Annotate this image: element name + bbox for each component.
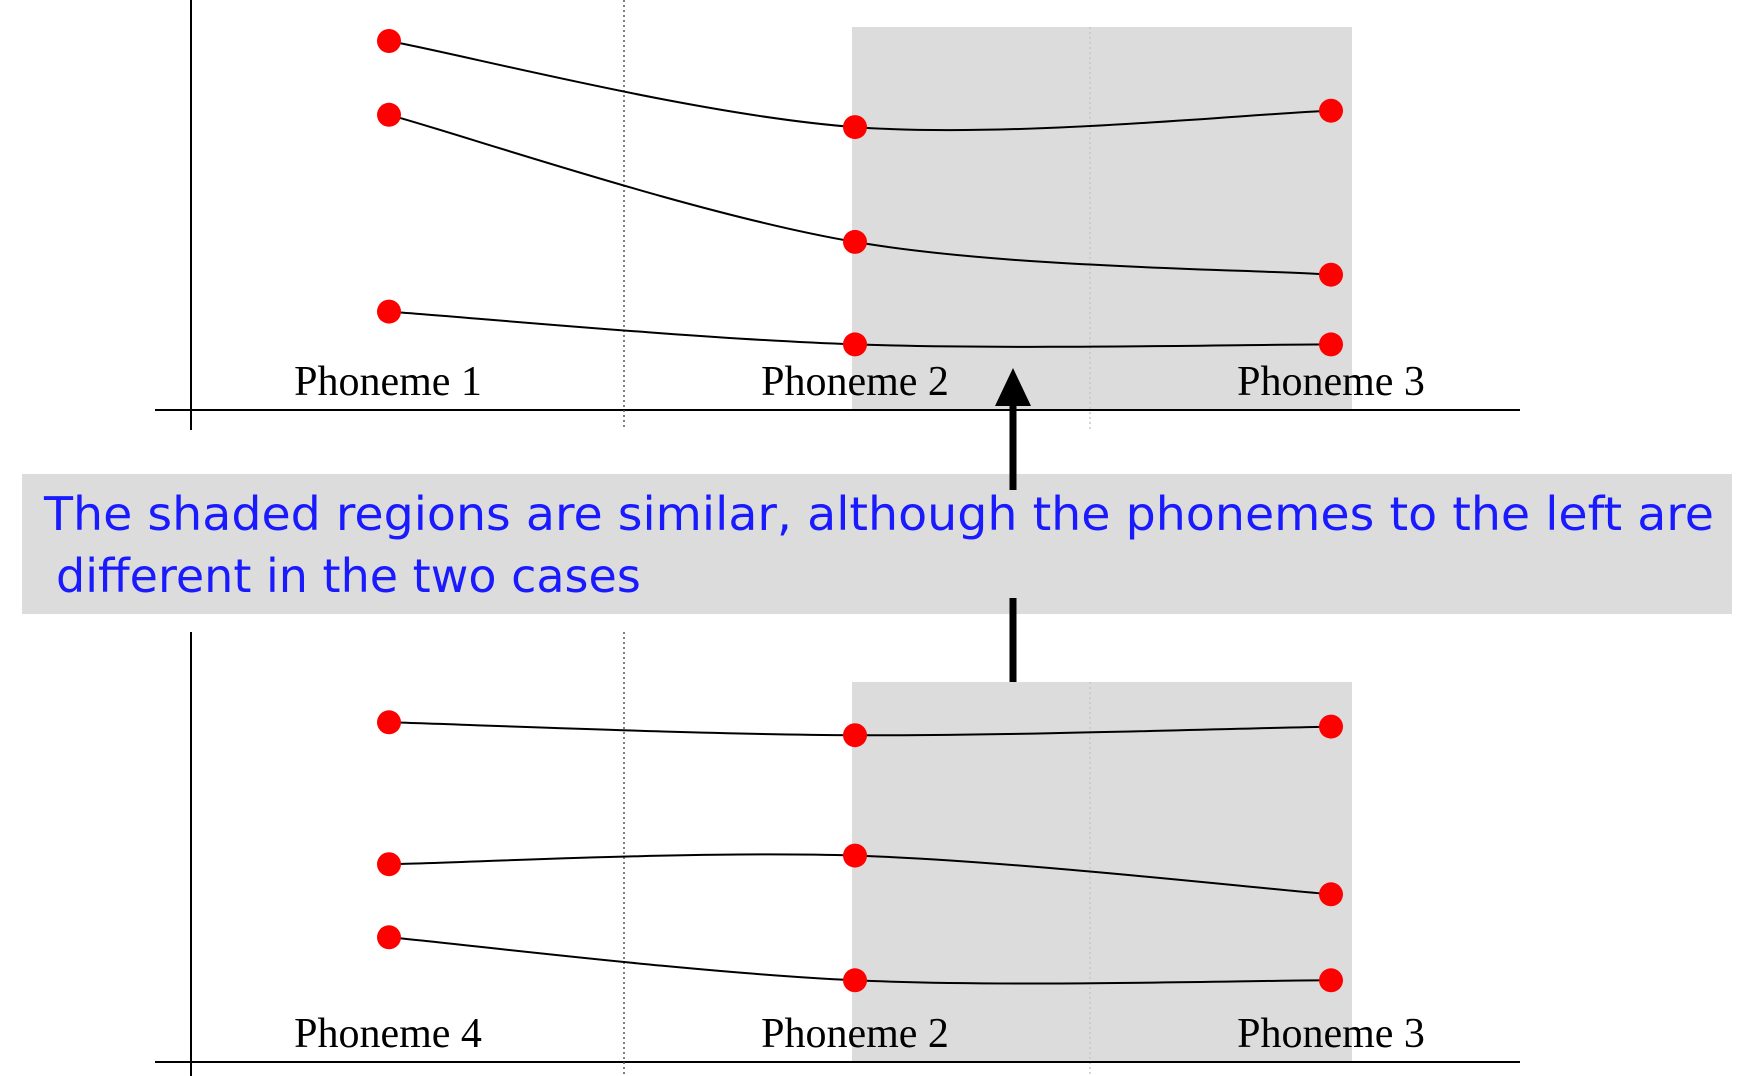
data-point-bottom-2-3 xyxy=(1319,882,1343,907)
data-point-top-1-1 xyxy=(377,29,401,53)
phoneme-label-bottom-1: Phoneme 4 xyxy=(294,1011,482,1057)
data-point-top-3-2 xyxy=(843,332,867,357)
phoneme-label-top-3: Phoneme 3 xyxy=(1237,359,1425,405)
data-point-bottom-3-3 xyxy=(1319,968,1343,993)
data-point-top-2-2 xyxy=(843,229,867,254)
data-point-top-2-1 xyxy=(377,102,401,127)
shaded-region-top xyxy=(852,27,1352,410)
data-point-top-3-1 xyxy=(377,299,401,324)
data-point-top-3-3 xyxy=(1319,332,1343,357)
phoneme-label-top-2: Phoneme 2 xyxy=(761,359,949,405)
phoneme-label-bottom-2: Phoneme 2 xyxy=(761,1011,949,1057)
phoneme-label-bottom-3: Phoneme 3 xyxy=(1237,1011,1425,1057)
data-point-bottom-2-2 xyxy=(843,843,867,868)
data-point-bottom-1-3 xyxy=(1319,714,1343,739)
data-point-top-2-3 xyxy=(1319,262,1343,287)
panel-top: Phoneme 1 Phoneme 2 Phoneme 3 xyxy=(155,0,1520,430)
data-point-top-1-3 xyxy=(1319,98,1343,123)
caption-line-2: different in the two cases xyxy=(56,549,641,603)
data-point-bottom-1-1 xyxy=(377,710,401,735)
data-point-bottom-3-1 xyxy=(377,925,401,950)
data-point-top-1-2 xyxy=(843,115,867,140)
phoneme-context-diagram: Phoneme 1 Phoneme 2 Phoneme 3 The shaded… xyxy=(22,0,1732,1076)
caption-band: The shaded regions are similar, although… xyxy=(22,474,1732,614)
caption-line-1: The shaded regions are similar, although… xyxy=(43,487,1714,541)
panel-bottom: Phoneme 4 Phoneme 2 Phoneme 3 xyxy=(155,632,1520,1076)
data-point-bottom-1-2 xyxy=(843,723,867,748)
data-point-bottom-3-2 xyxy=(843,968,867,993)
phoneme-label-top-1: Phoneme 1 xyxy=(294,359,482,405)
data-point-bottom-2-1 xyxy=(377,852,401,877)
